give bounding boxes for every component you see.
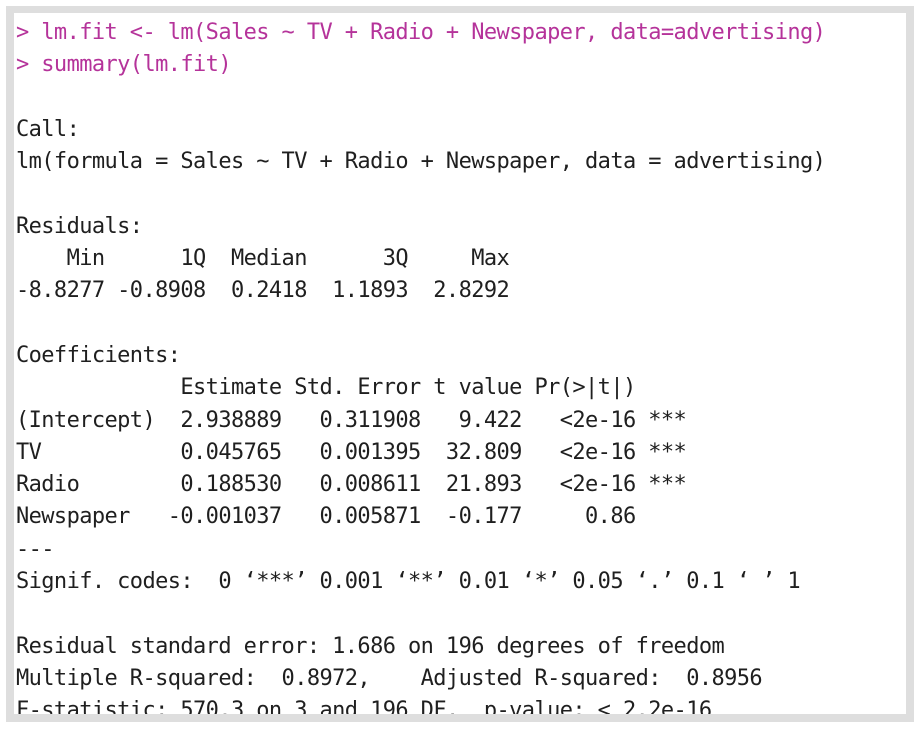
separator: --- <box>16 536 55 562</box>
r-console-output[interactable]: > lm.fit <- lm(Sales ~ TV + Radio + News… <box>14 13 906 714</box>
residuals-header: Residuals: <box>16 213 143 239</box>
residual-standard-error: Residual standard error: 1.686 on 196 de… <box>16 633 725 659</box>
command-line-lm-fit[interactable]: > lm.fit <- lm(Sales ~ TV + Radio + News… <box>16 17 906 49</box>
residuals-values: -8.8277 -0.8908 0.2418 1.1893 2.8292 <box>16 278 522 304</box>
coefficients-columns: Estimate Std. Error t value Pr(>|t|) <box>16 375 687 401</box>
f-statistic-line: F-statistic: 570.3 on 3 and 196 DF, p-va… <box>16 698 712 714</box>
coef-row-radio: Radio 0.188530 0.008611 21.893 <2e-16 **… <box>16 472 687 498</box>
coefficients-header: Coefficients: <box>16 342 181 368</box>
call-header: Call: <box>16 116 80 142</box>
coef-row-intercept: (Intercept) 2.938889 0.311908 9.422 <2e-… <box>16 407 687 433</box>
console-frame: > lm.fit <- lm(Sales ~ TV + Radio + News… <box>6 6 914 722</box>
r-squared-line: Multiple R-squared: 0.8972, Adjusted R-s… <box>16 665 775 691</box>
coef-row-tv: TV 0.045765 0.001395 32.809 <2e-16 *** <box>16 439 687 465</box>
residuals-labels: Min 1Q Median 3Q Max <box>16 246 522 272</box>
call-formula: lm(formula = Sales ~ TV + Radio + Newspa… <box>16 149 826 175</box>
command-line-summary[interactable]: > summary(lm.fit) <box>16 49 906 81</box>
coef-row-newspaper: Newspaper -0.001037 0.005871 -0.177 0.86 <box>16 504 687 530</box>
signif-codes: Signif. codes: 0 ‘***’ 0.001 ‘**’ 0.01 ‘… <box>16 569 801 595</box>
